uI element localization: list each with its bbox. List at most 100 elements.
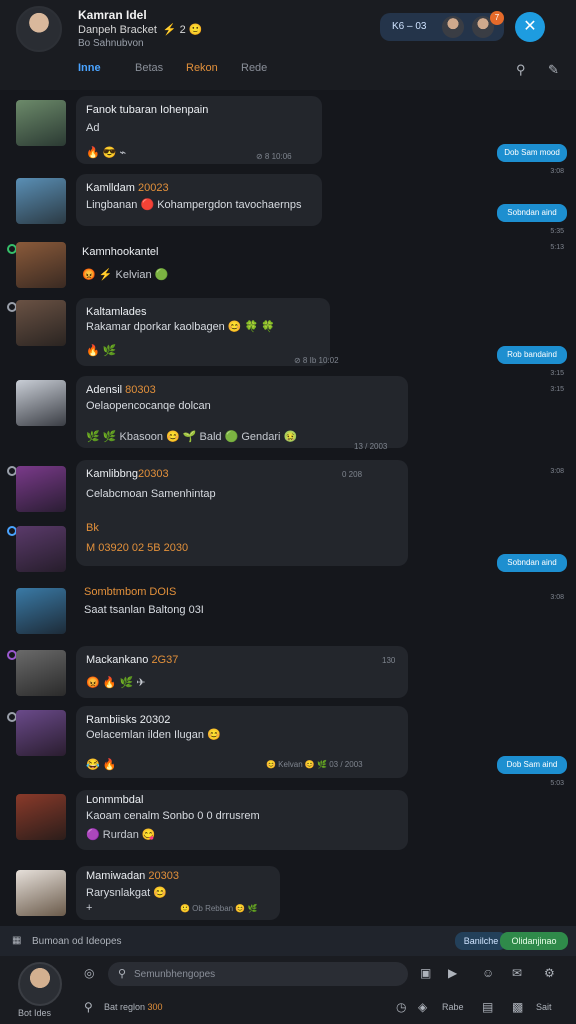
message-meta: 😊 Kelvan 😊 🌿 03 / 2003 (266, 760, 363, 769)
user-avatar[interactable] (16, 242, 66, 288)
message-bubble[interactable]: Lonmmbdal Kaoam cenalm Sonbo 0 0 drrusre… (76, 790, 408, 850)
image-icon[interactable]: ▣ (420, 966, 431, 980)
profile-name: Kamran Idel (78, 8, 147, 22)
emoji-icon[interactable]: ☺ (482, 966, 494, 980)
message-text: Ad (86, 122, 100, 134)
chat-icon[interactable]: ✉ (512, 966, 522, 980)
grid-icon[interactable]: ▩ (512, 1000, 523, 1014)
message-reactions[interactable]: 🔥 😎 ⌁ (86, 146, 126, 159)
message-text: Oelaopencocanqe dolcan (86, 400, 211, 412)
message-title: Adensil 80303 (86, 384, 156, 396)
message-meta: 13 / 2003 (354, 442, 388, 451)
message-bubble[interactable]: Rambiisks 20302 Oelacemlan ilden Ilugan … (76, 706, 408, 778)
search-box[interactable]: ⚲ (108, 962, 408, 986)
message-title: Sombtmbom DOIS (84, 586, 177, 598)
tab-rekon[interactable]: Rekon (186, 62, 218, 74)
message-row: Kamnhookantel 😡 ⚡ Kelvian 🟢 5:13 (0, 240, 576, 296)
calendar-icon[interactable]: ▦ (12, 935, 21, 946)
my-name: Bot Ides (18, 1008, 52, 1018)
composer-bar: ▦ Bumoan od Ideopes Banilche Olidanjinao (0, 926, 576, 956)
reply-pill[interactable]: Dob Sam mood (497, 144, 567, 162)
message-reactions[interactable]: 😡 ⚡ Kelvian 🟢 (82, 268, 168, 281)
user-avatar[interactable] (16, 178, 66, 224)
message-bubble[interactable]: Kaltamlades Rakamar dporkar kaolbagen 😊 … (76, 298, 339, 366)
tab-rede[interactable]: Rede (241, 62, 267, 74)
user-avatar[interactable] (16, 466, 66, 512)
message-row: Adensil 80303 Oelaopencocanqe dolcan 🌿 🌿… (0, 376, 576, 454)
compose-icon[interactable]: ✎ (548, 62, 559, 78)
doc-icon[interactable]: ▤ (482, 1000, 493, 1014)
reply-pill[interactable]: Dob Sam aind (497, 756, 567, 774)
bottom-label-rabe[interactable]: Rabe (442, 1002, 464, 1012)
profile-avatar[interactable] (16, 6, 62, 52)
user-avatar[interactable] (16, 380, 66, 426)
quick-icon[interactable]: ⚲ (84, 1000, 93, 1014)
message-reactions[interactable]: + (86, 902, 92, 914)
message-title: Rambiisks 20302 (86, 714, 171, 726)
profile-subtitle: Danpeh Bracket ⚡ 2 🙂 (78, 23, 203, 36)
message-bubble[interactable]: Adensil 80303 Oelaopencocanqe dolcan 🌿 🌿… (76, 376, 408, 451)
message-meta: ⊘ 8 Ib 10:02 (294, 356, 339, 365)
message-text: Celabcmoan Samenhintap (86, 488, 216, 500)
search-input[interactable] (134, 966, 394, 982)
message-title: Lonmmbdal (86, 794, 144, 806)
user-avatar[interactable] (16, 300, 66, 346)
message-reactions[interactable]: 🟣 Rurdan 😋 (86, 828, 156, 841)
message-reactions[interactable]: 😂 🔥 (86, 758, 116, 771)
user-avatar[interactable] (16, 870, 66, 916)
tab-bar: Inne Betas Rekon Rede (0, 62, 576, 80)
tag-icon[interactable]: ◈ (418, 1000, 427, 1014)
message-time: 3:08 (550, 468, 564, 475)
quick-label[interactable]: Bat reglon 300 (104, 1002, 163, 1012)
message-title: Fanok tubaran Iohenpain (86, 104, 209, 116)
reply-pill[interactable]: Rob bandaind (497, 346, 567, 364)
tab-inne[interactable]: Inne (78, 62, 101, 74)
composer-text[interactable]: Bumoan od Ideopes (32, 936, 122, 947)
message-row: Rambiisks 20302 Oelacemlan ilden Ilugan … (0, 706, 576, 787)
my-avatar[interactable] (18, 962, 62, 1006)
reply-pill[interactable]: Sobndan aind (497, 204, 567, 222)
play-icon[interactable]: ▶ (448, 966, 457, 980)
message-bubble[interactable]: Mackankano 2G37 😡 🔥 🌿 ✈ 130 (76, 646, 408, 698)
message-time: 5:35 (550, 228, 564, 235)
message-reactions[interactable]: 🔥 🌿 (86, 344, 116, 357)
refresh-icon[interactable]: ◎ (84, 966, 94, 980)
message-bubble[interactable]: Kamlibbng20303 Celabcmoan Samenhintap 0 … (76, 460, 408, 566)
message-bubble[interactable]: Kamlldam 20023 Lingbanan 🔴 Kohampergdon … (76, 174, 322, 226)
message-time: 5:13 (550, 244, 564, 251)
user-avatar[interactable] (16, 588, 66, 634)
user-avatar[interactable] (16, 710, 66, 756)
message-bubble[interactable]: Fanok tubaran Iohenpain Ad 🔥 😎 ⌁ ⊘ 8 10:… (76, 96, 322, 164)
settings-icon[interactable]: ⚙ (544, 966, 555, 980)
message-title: Kamlldam 20023 (86, 182, 169, 194)
message-time: 3:08 (550, 594, 564, 601)
message-text: Oelacemlan ilden Ilugan 😊 (86, 729, 221, 741)
close-button[interactable]: ✕ (515, 12, 545, 42)
pill-avatar[interactable] (442, 16, 464, 38)
user-avatar[interactable] (16, 650, 66, 696)
message-time: 5:03 (550, 780, 564, 787)
message-row: Kamlldam 20023 Lingbanan 🔴 Kohampergdon … (0, 174, 576, 235)
top-header: Kamran Idel Danpeh Bracket ⚡ 2 🙂 Bo Sahnu… (0, 0, 576, 90)
message-meta: 🙂 Ob Rebban 😊 🌿 (180, 904, 258, 913)
message-feed[interactable]: Fanok tubaran Iohenpain Ad 🔥 😎 ⌁ ⊘ 8 10:… (0, 90, 576, 926)
search-icon[interactable]: ⚲ (516, 62, 526, 78)
message-meta: 130 (382, 656, 396, 665)
reply-pill[interactable]: Sobndan aind (497, 554, 567, 572)
message-bubble[interactable]: Mamiwadan 20303 Rarysnlakgat 😊 + 🙂 Ob Re… (76, 866, 280, 920)
message-row: Lonmmbdal Kaoam cenalm Sonbo 0 0 drrusre… (0, 790, 576, 852)
clock-icon[interactable]: ◷ (396, 1000, 406, 1014)
message-reactions[interactable]: 🌿 🌿 Kbasoon 😊 🌱 Bald 🟢 Gendari 🤢 (86, 430, 297, 443)
message-time: 3:15 (550, 386, 564, 393)
message-title: Mamiwadan 20303 (86, 870, 179, 882)
tab-betas[interactable]: Betas (135, 62, 163, 74)
user-avatar[interactable] (16, 100, 66, 146)
header-pill[interactable]: K6 – 03 7 (380, 11, 504, 41)
composer-send-button[interactable]: Olidanjinao (500, 932, 568, 950)
message-text: Bk (86, 522, 99, 534)
message-reactions[interactable]: 😡 🔥 🌿 ✈ (86, 676, 145, 689)
user-avatar[interactable] (16, 794, 66, 840)
user-avatar[interactable] (16, 526, 66, 572)
message-row: Sombtmbom DOIS Saat tsanlan Baltong 03I … (0, 584, 576, 640)
bottom-label-sait[interactable]: Sait (536, 1002, 552, 1012)
